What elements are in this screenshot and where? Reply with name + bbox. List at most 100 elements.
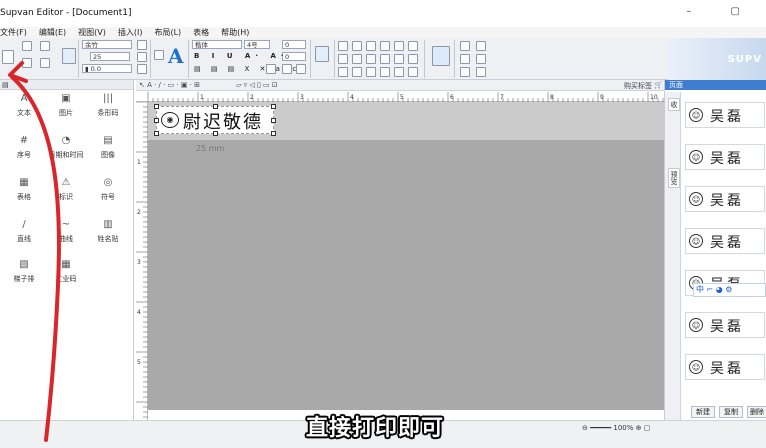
copy-format-icon[interactable] [460, 67, 470, 77]
tool-picture[interactable]: ▤ 图像 [88, 136, 128, 160]
tab-favorites[interactable]: 收 [668, 98, 680, 111]
font-size-select[interactable]: 4号 [244, 40, 270, 49]
tool-curve[interactable]: ~ 曲线 [46, 220, 86, 244]
design-canvas[interactable]: ◉ 尉迟敬德 25 mm [148, 102, 664, 410]
width-input[interactable]: 25 [90, 52, 130, 61]
ime-toolbar[interactable]: 中 ⌐ ◕ ⚙ [693, 283, 766, 297]
tool-name-sticker[interactable]: ▥ 姓名贴 [88, 220, 128, 244]
printer-icon[interactable] [62, 48, 76, 64]
template-item[interactable]: ☺吴磊 [685, 186, 765, 212]
panel-title: 页面 [665, 80, 766, 90]
tool-datetime[interactable]: ◔ 日期和时间 [46, 136, 86, 160]
template-item[interactable]: ☺吴磊 [685, 102, 765, 128]
zoom-control[interactable]: ⊖ ━━━━━ 100% ⊕ ▢ [582, 424, 650, 432]
new-doc-icon[interactable] [22, 41, 32, 51]
resize-handle[interactable] [271, 131, 276, 136]
zoom-in-icon[interactable]: ⊕ ▢ [633, 424, 651, 432]
tool-sign[interactable]: ⚠ 标识 [46, 178, 86, 202]
open-icon[interactable] [40, 41, 50, 51]
text-style-buttons[interactable]: B I U A· A· [194, 52, 289, 60]
tool-ladder[interactable]: ▧ 梯子排 [4, 260, 44, 284]
units-select[interactable]: ▮ 0.0 [82, 64, 132, 73]
menu-edit[interactable]: 编辑(E) [39, 27, 66, 38]
order-icon-2[interactable] [352, 67, 362, 77]
menu-insert[interactable]: 插入(I) [118, 27, 143, 38]
order-icon-3[interactable] [366, 67, 376, 77]
cart-icon[interactable]: 🛒 [654, 81, 663, 89]
resize-handle[interactable] [271, 104, 276, 109]
group-icon[interactable] [460, 41, 470, 51]
purchase-label-link[interactable]: 购买标签 [624, 81, 652, 91]
template-item[interactable]: ☺吴磊 [685, 312, 765, 338]
align-bottom-icon[interactable] [408, 41, 418, 51]
resize-handle[interactable] [154, 131, 159, 136]
label-object[interactable]: ◉ 尉迟敬德 [154, 104, 276, 136]
rotate-icon[interactable] [137, 52, 147, 62]
tool-industrial-code[interactable]: ▦ 工业码 [46, 260, 86, 284]
tool-table[interactable]: ▦ 表格 [4, 178, 44, 202]
distribute-icon-5[interactable] [394, 54, 404, 64]
template-item[interactable]: ☺吴磊 [685, 354, 765, 380]
menu-layout[interactable]: 布局(L) [154, 27, 181, 38]
order-icon-5[interactable] [394, 67, 404, 77]
tool-line[interactable]: / 直线 [4, 220, 44, 244]
align-left-icon[interactable] [338, 41, 348, 51]
menu-view[interactable]: 视图(V) [78, 27, 106, 38]
order-icon[interactable] [338, 67, 348, 77]
template-item[interactable]: ☺吴磊 [685, 144, 765, 170]
unlock-icon[interactable] [476, 54, 486, 64]
order-icon-4[interactable] [380, 67, 390, 77]
menu-table[interactable]: 表格 [193, 27, 209, 38]
insert-icon[interactable] [315, 46, 329, 62]
distribute-icon[interactable] [338, 54, 348, 64]
template-item[interactable]: ☺吴磊 [685, 228, 765, 254]
tool-symbol[interactable]: ◎ 符号 [88, 178, 128, 202]
order-icon-6[interactable] [408, 67, 418, 77]
menu-help[interactable]: 帮助(H) [221, 27, 249, 38]
align-center-icon[interactable] [352, 41, 362, 51]
resize-handle[interactable] [213, 131, 218, 136]
print-icon[interactable] [2, 50, 14, 64]
resize-handle[interactable] [154, 118, 159, 123]
window-controls[interactable]: – ▢ [686, 6, 758, 17]
refresh-icon[interactable] [137, 40, 147, 50]
resize-handle[interactable] [213, 104, 218, 109]
font-family-select[interactable]: 楷体 [192, 40, 242, 49]
delete-button[interactable]: 删除 [747, 406, 766, 418]
format-icon-3[interactable] [296, 64, 306, 74]
distribute-icon-2[interactable] [352, 54, 362, 64]
new-button[interactable]: 新建 [691, 406, 715, 418]
align-top-icon[interactable] [380, 41, 390, 51]
copy-button[interactable]: 复制 [719, 406, 743, 418]
resize-handle[interactable] [271, 118, 276, 123]
grid-icon[interactable] [137, 64, 147, 74]
tool-serial[interactable]: # 序号 [4, 136, 44, 160]
pointer-icon[interactable]: ↖ A · / · ▭ · ▣ · ⊞ [139, 81, 200, 89]
save-icon[interactable] [22, 58, 32, 68]
tool-barcode[interactable]: ||| 条形码 [88, 94, 128, 118]
paste-format-icon[interactable] [476, 67, 486, 77]
text-style-icon[interactable] [154, 50, 164, 60]
resize-handle[interactable] [154, 104, 159, 109]
align-right-icon[interactable] [366, 41, 376, 51]
font-a-icon[interactable]: A [168, 44, 184, 68]
table-grid-icon[interactable] [432, 46, 450, 66]
tool-text[interactable]: A 文本 [4, 94, 44, 118]
format-icon[interactable] [266, 64, 276, 74]
angle-input[interactable]: 0 [282, 40, 306, 49]
zoom-out-icon[interactable]: ⊖ ━━━━━ [582, 424, 613, 432]
distribute-icon-3[interactable] [366, 54, 376, 64]
distribute-icon-4[interactable] [380, 54, 390, 64]
tool-image[interactable]: ▣ 图片 [46, 94, 86, 118]
draw-tools[interactable]: ▱ ▿ ◁ ▯ ▭ ⊡ [236, 81, 278, 89]
align-middle-icon[interactable] [394, 41, 404, 51]
format-icon-2[interactable] [282, 64, 292, 74]
paper-select[interactable]: 余竹 [82, 40, 132, 49]
ruler-label: 3 [137, 259, 141, 266]
ungroup-icon[interactable] [476, 41, 486, 51]
lock-icon[interactable] [460, 54, 470, 64]
menu-file[interactable]: 文件(F) [0, 27, 27, 38]
tab-preview[interactable]: 预览 [668, 168, 680, 188]
save-as-icon[interactable] [40, 58, 50, 68]
distribute-icon-6[interactable] [408, 54, 418, 64]
